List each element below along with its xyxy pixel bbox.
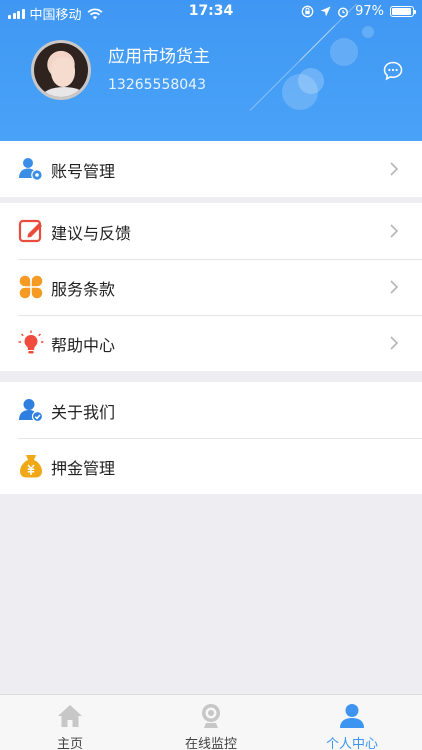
chevron-right-icon: [390, 336, 399, 350]
menu-item-label: 押金管理: [51, 459, 116, 478]
avatar[interactable]: [31, 40, 91, 100]
menu-item-deposit[interactable]: 押金管理: [0, 438, 422, 494]
chevron-right-icon: [390, 162, 399, 176]
tab-label: 在线监控: [184, 737, 237, 750]
rotation-lock-icon: [301, 5, 314, 18]
menu-item-feedback[interactable]: 建议与反馈: [0, 203, 422, 259]
menu-group-account: 账号管理: [0, 141, 422, 197]
tab-label: 主页: [56, 737, 83, 750]
menu-item-account[interactable]: 账号管理: [0, 141, 422, 197]
menu-item-label: 账号管理: [51, 162, 116, 181]
money-bag-icon: [20, 455, 42, 478]
battery-percent: 97%: [355, 4, 384, 19]
message-icon[interactable]: [382, 60, 404, 82]
status-bar: 中国移动 17:34 97%: [0, 0, 422, 24]
menu-item-about[interactable]: 关于我们: [0, 382, 422, 438]
alarm-icon: [338, 6, 349, 18]
terms-grid-icon: [19, 275, 43, 299]
menu-item-help[interactable]: 帮助中心: [0, 315, 422, 371]
decor-bubble: [330, 38, 358, 66]
user-name: 应用市场货主: [108, 47, 210, 67]
menu-item-label: 服务条款: [51, 280, 116, 299]
menu-group-about: 关于我们 押金管理: [0, 382, 422, 494]
about-user-icon: [19, 399, 44, 423]
menu-item-terms[interactable]: 服务条款: [0, 259, 422, 315]
profile-header: 中国移动 17:34 97% 应用市场货主 13265558043: [0, 0, 422, 141]
lightbulb-icon: [18, 330, 44, 354]
battery-icon: [390, 6, 416, 17]
chevron-right-icon: [390, 224, 399, 238]
tab-monitor[interactable]: 在线监控: [141, 695, 281, 750]
tab-label: 个人中心: [325, 737, 378, 750]
camera-icon: [202, 704, 220, 728]
menu-item-label: 建议与反馈: [51, 224, 132, 243]
tab-bar: 主页 在线监控 个人中心: [0, 694, 422, 750]
user-phone: 13265558043: [108, 77, 206, 93]
feedback-edit-icon: [18, 219, 42, 243]
location-arrow-icon: [320, 6, 331, 17]
chevron-right-icon: [390, 280, 399, 294]
account-settings-icon: [19, 158, 43, 181]
tab-profile[interactable]: 个人中心: [282, 695, 422, 750]
menu-group-support: 建议与反馈 服务条款 帮助中心: [0, 203, 422, 371]
decor-bubble: [362, 26, 374, 38]
home-icon: [58, 705, 82, 727]
menu-item-label: 帮助中心: [51, 336, 116, 355]
decor-bubble: [298, 68, 324, 94]
menu-item-label: 关于我们: [51, 403, 116, 422]
tab-home[interactable]: 主页: [0, 695, 140, 750]
person-icon: [340, 704, 364, 728]
